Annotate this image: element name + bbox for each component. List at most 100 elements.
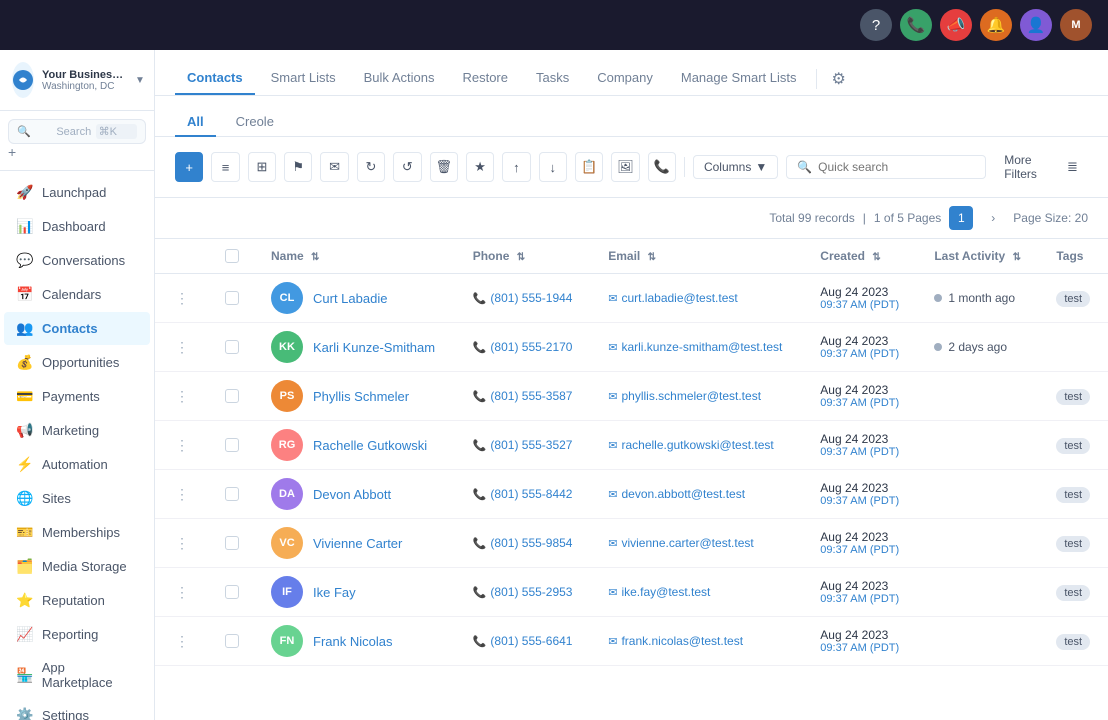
- phone-number[interactable]: (801) 555-1944: [490, 291, 572, 305]
- sidebar-item-media-storage[interactable]: 🗂️Media Storage: [4, 550, 150, 583]
- content-nav-tasks[interactable]: Tasks: [524, 62, 581, 95]
- row-menu-icon[interactable]: ⋮: [171, 386, 193, 406]
- sidebar-item-sites[interactable]: 🌐Sites: [4, 482, 150, 515]
- sidebar-item-calendars[interactable]: 📅Calendars: [4, 278, 150, 311]
- help-icon[interactable]: ?: [860, 9, 892, 41]
- row-checkbox[interactable]: [225, 340, 239, 354]
- row-menu-icon[interactable]: ⋮: [171, 582, 193, 602]
- email-address[interactable]: frank.nicolas@test.test: [621, 634, 743, 648]
- contact-name[interactable]: Vivienne Carter: [313, 536, 402, 551]
- phone-number[interactable]: (801) 555-2170: [490, 340, 572, 354]
- email-address[interactable]: rachelle.gutkowski@test.test: [621, 438, 773, 452]
- sidebar-item-automation[interactable]: ⚡Automation: [4, 448, 150, 481]
- avatar-topbar[interactable]: M: [1060, 9, 1092, 41]
- columns-button[interactable]: Columns ▼: [693, 155, 778, 179]
- add-contact-icon[interactable]: +: [8, 144, 16, 160]
- sidebar-item-contacts[interactable]: 👥Contacts: [4, 312, 150, 345]
- sidebar-item-marketing[interactable]: 📢Marketing: [4, 414, 150, 447]
- email-address[interactable]: vivienne.carter@test.test: [621, 536, 753, 550]
- email-address[interactable]: phyllis.schmeler@test.test: [621, 389, 761, 403]
- email-address[interactable]: ike.fay@test.test: [621, 585, 710, 599]
- tab-creole[interactable]: Creole: [224, 108, 286, 137]
- email-address[interactable]: curt.labadie@test.test: [621, 291, 737, 305]
- row-menu-icon[interactable]: ⋮: [171, 631, 193, 651]
- content-nav-restore[interactable]: Restore: [450, 62, 520, 95]
- content-nav-contacts[interactable]: Contacts: [175, 62, 255, 95]
- sidebar-item-dashboard[interactable]: 📊Dashboard: [4, 210, 150, 243]
- row-menu-icon[interactable]: ⋮: [171, 533, 193, 553]
- row-menu-icon[interactable]: ⋮: [171, 484, 193, 504]
- contact-name[interactable]: Ike Fay: [313, 585, 356, 600]
- more-filters-button[interactable]: More Filters ≣: [994, 149, 1088, 185]
- email-address[interactable]: devon.abbott@test.test: [621, 487, 745, 501]
- contact-name[interactable]: Frank Nicolas: [313, 634, 392, 649]
- contact-name[interactable]: Devon Abbott: [313, 487, 391, 502]
- row-checkbox[interactable]: [225, 634, 239, 648]
- flag-button[interactable]: ⚑: [284, 152, 312, 182]
- delete-button[interactable]: 🗑: [430, 152, 458, 182]
- row-checkbox[interactable]: [225, 536, 239, 550]
- page-1-button[interactable]: 1: [949, 206, 973, 230]
- undo-button[interactable]: ↺: [393, 152, 421, 182]
- call-button[interactable]: 📞: [648, 152, 676, 182]
- row-menu-icon[interactable]: ⋮: [171, 435, 193, 455]
- user-topbar-icon[interactable]: 👤: [1020, 9, 1052, 41]
- sidebar-chevron-icon[interactable]: ▼: [135, 75, 145, 86]
- megaphone-topbar-icon[interactable]: 📣: [940, 9, 972, 41]
- email-button[interactable]: ✉: [320, 152, 348, 182]
- settings-gear-icon[interactable]: ⚙: [825, 63, 851, 95]
- bell-topbar-icon[interactable]: 🔔: [980, 9, 1012, 41]
- upload-button[interactable]: ↑: [502, 152, 530, 182]
- sidebar-item-memberships[interactable]: 🎫Memberships: [4, 516, 150, 549]
- sidebar-item-launchpad[interactable]: 🚀Launchpad: [4, 176, 150, 209]
- row-checkbox[interactable]: [225, 438, 239, 452]
- contact-name[interactable]: Karli Kunze-Smitham: [313, 340, 435, 355]
- report-button[interactable]: 📋: [575, 152, 603, 182]
- row-menu-icon[interactable]: ⋮: [171, 288, 193, 308]
- search-box[interactable]: 🔍 Search ⌘K: [8, 119, 146, 144]
- search-input-container[interactable]: 🔍: [786, 155, 986, 179]
- select-all-checkbox[interactable]: [225, 249, 239, 263]
- phone-number[interactable]: (801) 555-6641: [490, 634, 572, 648]
- phone-number[interactable]: (801) 555-3527: [490, 438, 572, 452]
- phone-number[interactable]: (801) 555-8442: [490, 487, 572, 501]
- sidebar-item-conversations[interactable]: 💬Conversations: [4, 244, 150, 277]
- contact-name[interactable]: Phyllis Schmeler: [313, 389, 409, 404]
- phone-number[interactable]: (801) 555-2953: [490, 585, 572, 599]
- sidebar-item-payments[interactable]: 💳Payments: [4, 380, 150, 413]
- page-next-button[interactable]: ›: [981, 206, 1005, 230]
- grid-button[interactable]: ⊞: [248, 152, 276, 182]
- phone-sort-icon[interactable]: ⇅: [517, 252, 525, 263]
- refresh-button[interactable]: ↻: [357, 152, 385, 182]
- tab-all[interactable]: All: [175, 108, 216, 137]
- filter-button[interactable]: ≡: [211, 152, 239, 182]
- contact-name[interactable]: Curt Labadie: [313, 291, 387, 306]
- contact-name[interactable]: Rachelle Gutkowski: [313, 438, 427, 453]
- row-checkbox[interactable]: [225, 291, 239, 305]
- star-button[interactable]: ★: [466, 152, 494, 182]
- sidebar-item-app-marketplace[interactable]: 🏪App Marketplace: [4, 652, 150, 698]
- content-nav-smart-lists[interactable]: Smart Lists: [259, 62, 348, 95]
- row-menu-icon[interactable]: ⋮: [171, 337, 193, 357]
- row-checkbox[interactable]: [225, 585, 239, 599]
- sidebar-item-reputation[interactable]: ⭐Reputation: [4, 584, 150, 617]
- content-nav-company[interactable]: Company: [585, 62, 665, 95]
- sidebar-item-reporting[interactable]: 📈Reporting: [4, 618, 150, 651]
- created-sort-icon[interactable]: ⇅: [872, 252, 880, 263]
- content-nav-manage-smart-lists[interactable]: Manage Smart Lists: [669, 62, 809, 95]
- phone-number[interactable]: (801) 555-3587: [490, 389, 572, 403]
- row-checkbox[interactable]: [225, 389, 239, 403]
- add-button[interactable]: +: [175, 152, 203, 182]
- search-input[interactable]: [818, 160, 975, 174]
- email-sort-icon[interactable]: ⇅: [648, 252, 656, 263]
- sidebar-search[interactable]: 🔍 Search ⌘K +: [0, 111, 154, 171]
- image-button[interactable]: 🖼: [611, 152, 639, 182]
- row-checkbox[interactable]: [225, 487, 239, 501]
- download-button[interactable]: ↓: [539, 152, 567, 182]
- email-address[interactable]: karli.kunze-smitham@test.test: [621, 340, 782, 354]
- phone-topbar-icon[interactable]: 📞: [900, 9, 932, 41]
- activity-sort-icon[interactable]: ⇅: [1013, 252, 1021, 263]
- sidebar-item-settings[interactable]: ⚙️Settings: [4, 699, 150, 720]
- phone-number[interactable]: (801) 555-9854: [490, 536, 572, 550]
- name-sort-icon[interactable]: ⇅: [311, 252, 319, 263]
